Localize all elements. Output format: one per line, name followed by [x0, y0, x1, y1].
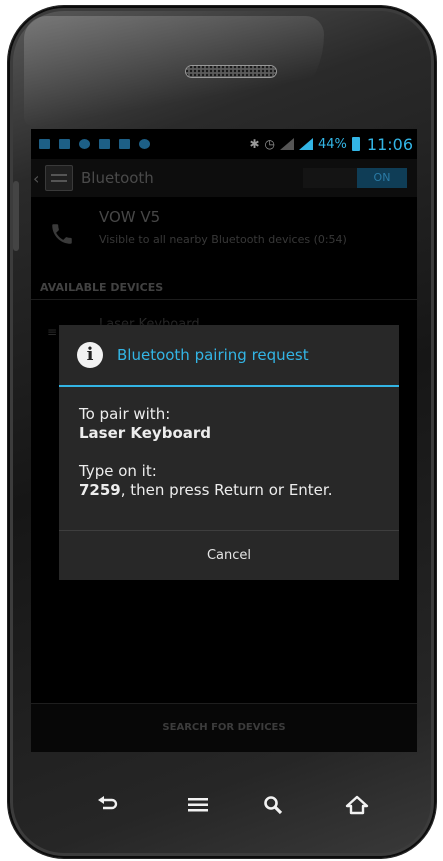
alarm-icon: ◷ [264, 137, 275, 151]
pairing-dialog: i Bluetooth pairing request To pair with… [59, 325, 399, 580]
device-visibility-status: Visible to all nearby Bluetooth devices … [99, 233, 347, 246]
pin-suffix: , then press Return or Enter. [120, 481, 333, 499]
cancel-button[interactable]: Cancel [59, 531, 399, 580]
status-bar: ✱ ◷ 44% 11:06 [31, 129, 417, 159]
system-icons: ✱ ◷ 44% 11:06 [249, 135, 413, 154]
toggle-on-label: ON [357, 168, 407, 188]
notification-icons [39, 139, 150, 149]
battery-percent: 44% [317, 136, 347, 152]
dialog-title: Bluetooth pairing request [117, 346, 309, 364]
bluetooth-icon: ✱ [249, 137, 260, 151]
dialog-message: To pair with: Laser Keyboard Type on it:… [59, 387, 399, 500]
screen: ✱ ◷ 44% 11:06 ‹ Bluetooth ON VOW V5 Visi… [31, 129, 417, 752]
message-icon [99, 139, 110, 149]
search-for-devices-button[interactable]: SEARCH FOR DEVICES [31, 704, 417, 752]
market-icon [139, 139, 150, 149]
bluetooth-toggle[interactable]: ON [303, 168, 407, 188]
keyboard-notification-icon [59, 139, 70, 149]
available-devices-header: AVAILABLE DEVICES [40, 281, 164, 294]
battery-icon [351, 137, 360, 151]
home-icon [345, 795, 369, 815]
volume-key[interactable] [13, 181, 19, 251]
back-icon [98, 796, 118, 810]
device-visibility-row[interactable]: VOW V5 Visible to all nearby Bluetooth d… [31, 203, 417, 273]
pairing-pin: 7259 [79, 481, 121, 499]
page-title: Bluetooth [81, 169, 154, 187]
pin-instruction: 7259, then press Return or Enter. [79, 481, 379, 500]
mail-icon [119, 139, 130, 149]
up-chevron-icon[interactable]: ‹ [33, 169, 43, 188]
back-key[interactable] [90, 790, 126, 820]
search-icon [264, 796, 283, 815]
phone-sheen [24, 16, 324, 126]
status-clock: 11:06 [366, 134, 413, 154]
device-name: VOW V5 [99, 208, 161, 226]
cell-signal-icon [298, 138, 313, 150]
pairing-device-name: Laser Keyboard [79, 424, 212, 442]
pair-with-label: To pair with: [79, 405, 171, 423]
usb-icon [79, 139, 90, 149]
home-key[interactable] [339, 790, 375, 820]
dialog-header: i Bluetooth pairing request [59, 325, 399, 385]
action-bar: ‹ Bluetooth ON [31, 159, 417, 197]
wifi-signal-icon [279, 138, 294, 150]
keyboard-icon: ≡ [47, 325, 58, 339]
section-divider [31, 299, 417, 300]
android-debug-icon [39, 139, 50, 149]
menu-key[interactable] [180, 790, 216, 820]
menu-icon [188, 798, 208, 812]
phone-icon [52, 224, 72, 244]
search-key[interactable] [256, 790, 292, 820]
settings-app-icon[interactable] [45, 165, 73, 191]
type-on-label: Type on it: [79, 462, 157, 480]
earpiece-speaker [185, 65, 277, 78]
info-icon: i [77, 342, 103, 368]
